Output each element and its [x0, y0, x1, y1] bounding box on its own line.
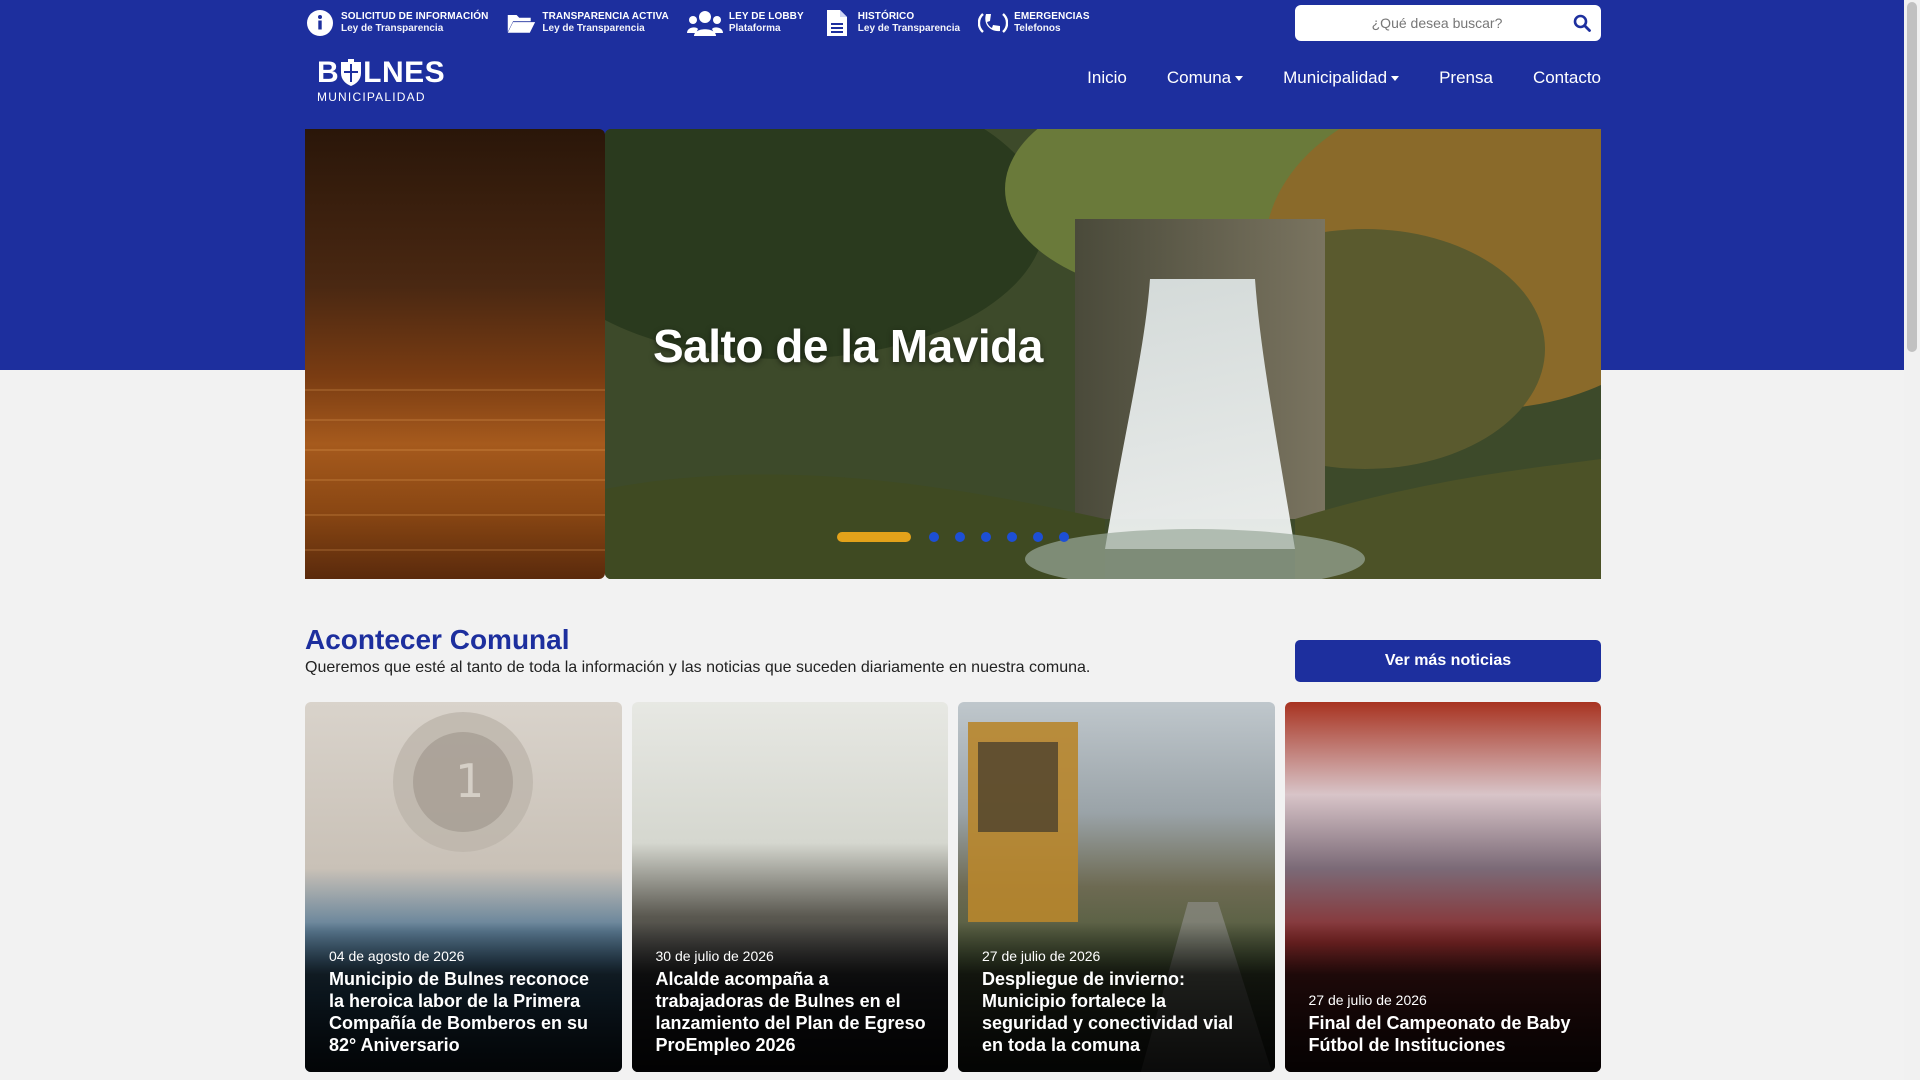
- quick-link-subtitle: Ley de Transparencia: [341, 23, 444, 34]
- news-section-subtitle: Queremos que esté al tanto de toda la in…: [305, 659, 1091, 676]
- quick-link-transparencia-activa[interactable]: TRANSPARENCIA ACTIVA Ley de Transparencia: [506, 8, 669, 38]
- news-date: 27 de julio de 2026: [1308, 992, 1427, 1008]
- news-headline[interactable]: Alcalde acompaña a trabajadoras de Bulne…: [656, 968, 929, 1056]
- news-headline[interactable]: Despliegue de invierno: Municipio fortal…: [982, 968, 1255, 1056]
- nav-label: Comuna: [1166, 68, 1232, 87]
- news-date: 27 de julio de 2026: [982, 948, 1101, 964]
- quick-link-solicitud[interactable]: SOLICITUD DE INFORMACIÓN Ley de Transpare…: [305, 8, 488, 38]
- quick-link-title: SOLICITUD DE INFORMACIÓN: [341, 11, 489, 22]
- shield-icon: [340, 59, 362, 87]
- carousel-indicators: [837, 532, 1085, 542]
- logo-subtitle: MUNICIPALIDAD: [317, 90, 426, 104]
- scrollbar[interactable]: [1904, 0, 1920, 1080]
- nav-comuna[interactable]: Comuna: [1166, 68, 1244, 88]
- hero-slide[interactable]: Salto de la Mavida: [605, 129, 1601, 579]
- nav-label: Municipalidad: [1283, 68, 1388, 87]
- quick-link-title: EMERGENCIAS: [1014, 11, 1090, 22]
- news-card[interactable]: 27 de julio de 2026 Despliegue de invier…: [958, 702, 1275, 1072]
- carousel-dot[interactable]: [955, 532, 965, 542]
- info-icon: [305, 8, 335, 38]
- quick-link-subtitle: Telefonos: [1014, 23, 1061, 34]
- document-icon: [822, 8, 852, 38]
- nav-label: Contacto: [1532, 68, 1601, 87]
- phone-signal-icon: [978, 8, 1009, 38]
- hero-carousel: Salto de la Mavida: [305, 129, 1601, 579]
- logo-word-right: LNES: [363, 56, 446, 89]
- news-card[interactable]: 30 de julio de 2026 Alcalde acompaña a t…: [631, 702, 948, 1072]
- previous-slide-peek[interactable]: [305, 129, 605, 579]
- scrollbar-thumb[interactable]: [1907, 2, 1917, 352]
- main-nav: Inicio Comuna Municipalidad Prensa Conta…: [1047, 68, 1601, 88]
- nav-prensa[interactable]: Prensa: [1439, 68, 1493, 88]
- carousel-dot[interactable]: [929, 532, 939, 542]
- search-icon[interactable]: [1565, 6, 1599, 40]
- quick-link-subtitle: Plataforma: [728, 23, 781, 34]
- carousel-dot[interactable]: [1033, 532, 1043, 542]
- quick-link-subtitle: Ley de Transparencia: [857, 23, 961, 34]
- carousel-dot[interactable]: [837, 532, 911, 542]
- news-headline[interactable]: Municipio de Bulnes reconoce la heroica …: [329, 968, 602, 1056]
- folder-open-icon: [506, 8, 536, 38]
- news-section-title: Acontecer Comunal: [305, 624, 570, 655]
- nav-label: Prensa: [1439, 68, 1493, 87]
- nav-contacto[interactable]: Contacto: [1533, 68, 1601, 88]
- news-card[interactable]: 1 04 de agosto de 2026 Municipio de Buln…: [305, 702, 622, 1072]
- quick-link-historico[interactable]: HISTÓRICO Ley de Transparencia: [822, 8, 960, 38]
- quick-link-title: TRANSPARENCIA ACTIVA: [542, 11, 669, 22]
- carousel-dot[interactable]: [1059, 532, 1069, 542]
- more-news-button[interactable]: Ver más noticias: [1295, 640, 1601, 682]
- quick-link-title: HISTÓRICO: [857, 11, 915, 22]
- logo-word-left: B: [317, 56, 340, 89]
- news-date: 30 de julio de 2026: [655, 948, 774, 964]
- quick-links: SOLICITUD DE INFORMACIÓN Ley de Transpare…: [305, 6, 1108, 40]
- carousel-dot[interactable]: [1007, 532, 1017, 542]
- nav-label: Inicio: [1087, 68, 1127, 87]
- logo-wordmark: B LNES: [317, 56, 446, 89]
- search-input[interactable]: [1295, 6, 1565, 40]
- news-headline[interactable]: Final del Campeonato de Baby Fútbol de I…: [1309, 1012, 1582, 1056]
- municipality-logo[interactable]: B LNES MUNICIPALIDAD: [317, 56, 446, 106]
- users-icon: [686, 8, 723, 38]
- quick-link-title: LEY DE LOBBY: [728, 11, 804, 22]
- caret-down-icon: [1391, 75, 1400, 81]
- caret-down-icon: [1235, 75, 1244, 81]
- news-date: 04 de agosto de 2026: [329, 948, 465, 964]
- hero-title: Salto de la Mavida: [653, 320, 1043, 372]
- nav-inicio[interactable]: Inicio: [1087, 68, 1127, 88]
- quick-link-ley-de-lobby[interactable]: LEY DE LOBBY Plataforma: [686, 8, 804, 38]
- carousel-dot[interactable]: [981, 532, 991, 542]
- quick-link-emergencias[interactable]: EMERGENCIAS Telefonos: [978, 8, 1090, 38]
- search-box: [1295, 5, 1601, 41]
- nav-municipalidad[interactable]: Municipalidad: [1283, 68, 1400, 88]
- quick-link-subtitle: Ley de Transparencia: [542, 23, 645, 34]
- news-cards: 1 04 de agosto de 2026 Municipio de Buln…: [305, 702, 1601, 1072]
- news-card[interactable]: 27 de julio de 2026 Final del Campeonato…: [1284, 702, 1601, 1072]
- svg-text:1: 1: [455, 754, 484, 808]
